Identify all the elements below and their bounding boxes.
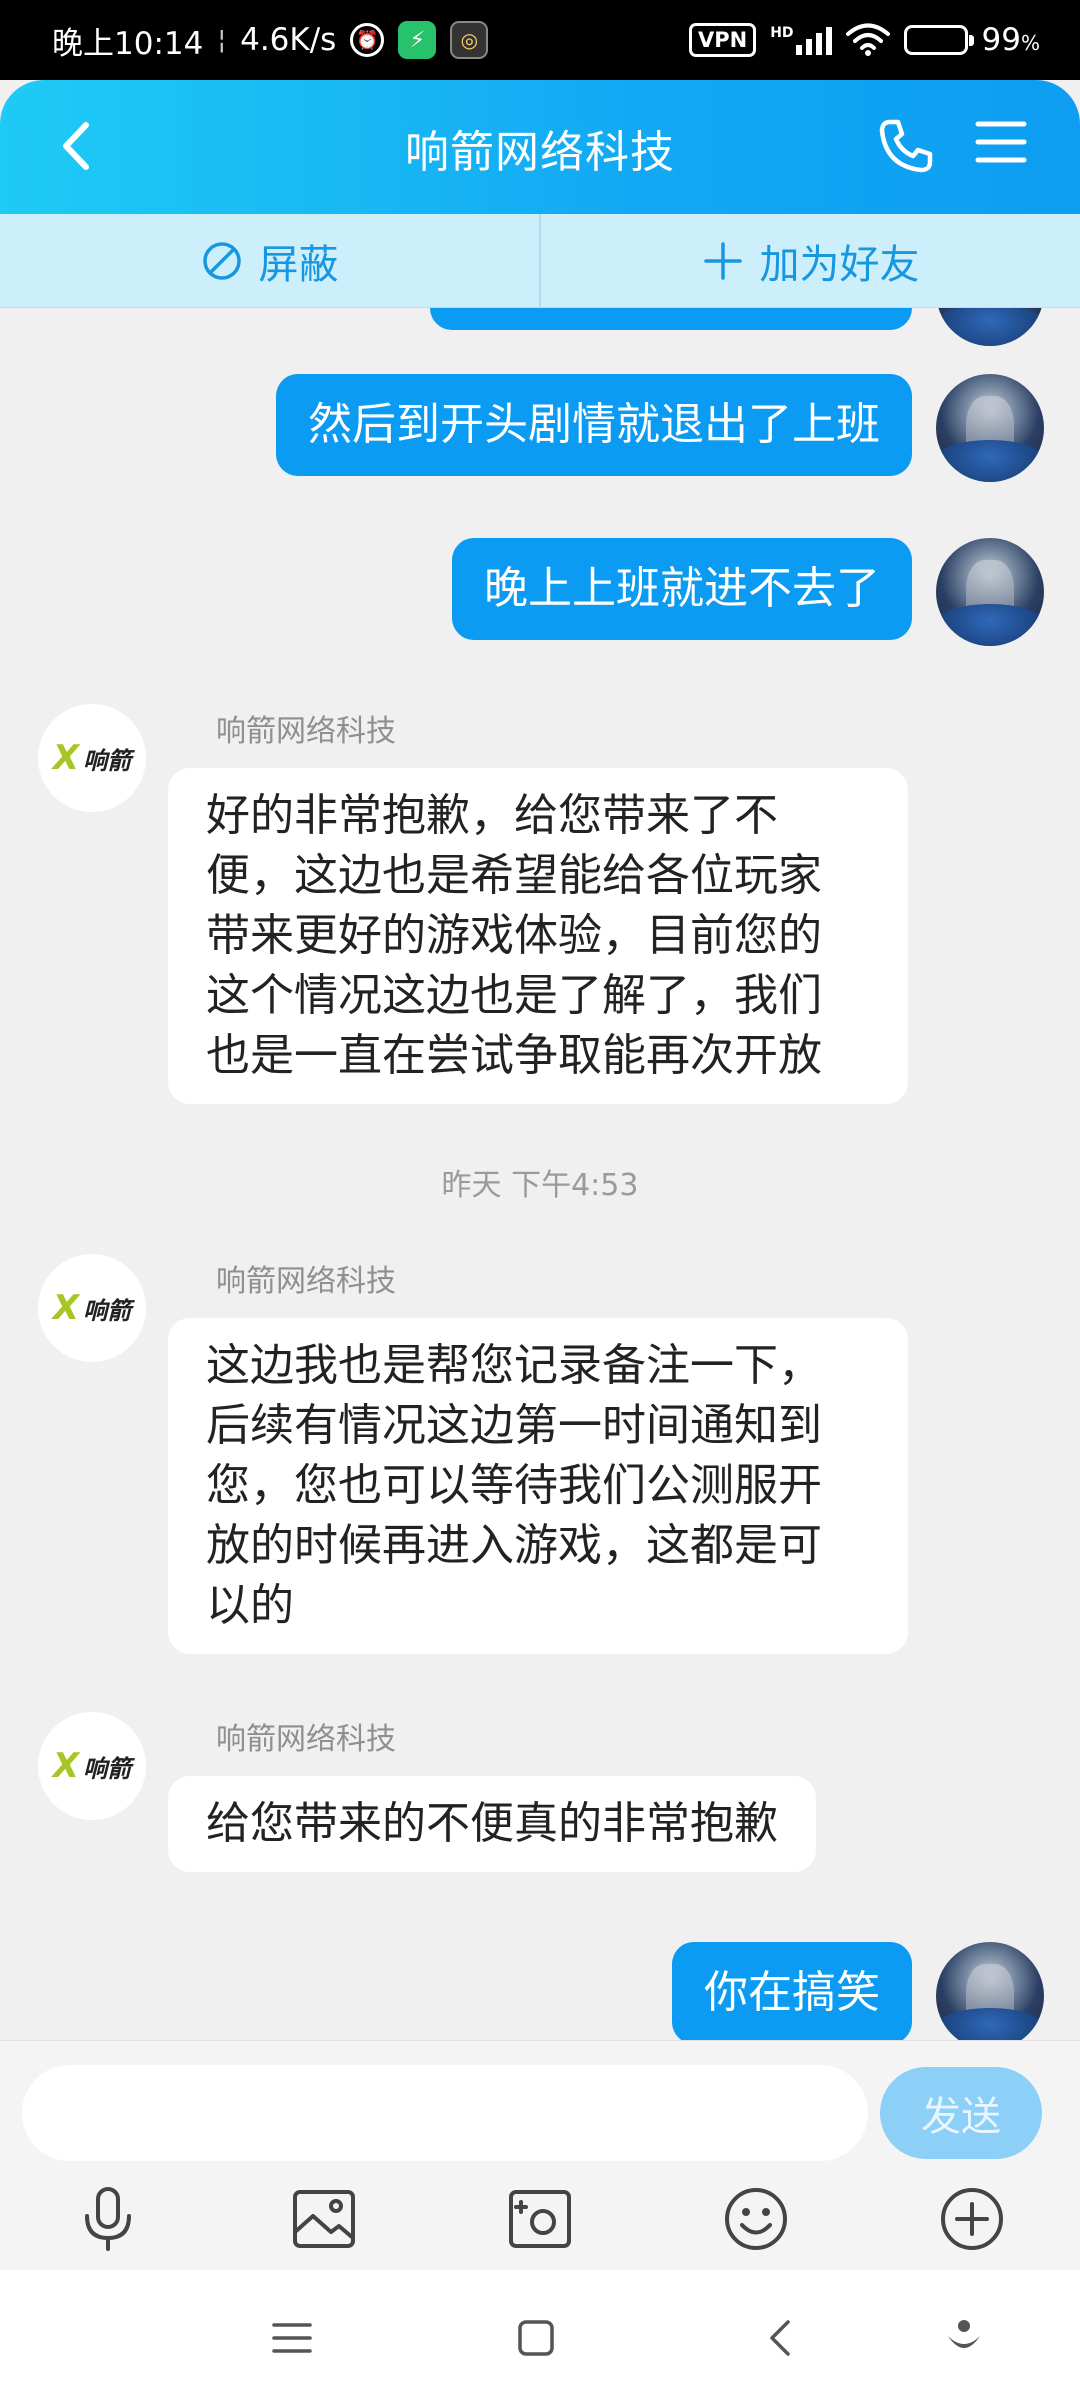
- camera-button[interactable]: [502, 2181, 578, 2257]
- sender-name: 响箭网络科技: [216, 714, 396, 749]
- status-time: 晚上10:14: [52, 25, 204, 62]
- menu-button[interactable]: [974, 118, 1030, 174]
- block-label: 屏蔽: [258, 241, 339, 288]
- smiley-icon: [725, 2188, 787, 2250]
- input-toolbar: [0, 2181, 1080, 2261]
- status-bar: 晚上10:14 ¦ 4.6K/s ⏰ ⚡ ◎ VPN HD 99%: [0, 0, 1080, 80]
- message-line: 也是一直在尝试争取能再次开放: [206, 1030, 822, 1081]
- contact-avatar[interactable]: X 响箭: [38, 1712, 146, 1820]
- menu-lines-icon: [272, 2323, 312, 2353]
- home-button[interactable]: [506, 2308, 566, 2368]
- recents-button[interactable]: [262, 2308, 322, 2368]
- status-bar-left: 晚上10:14 ¦ 4.6K/s ⏰ ⚡ ◎: [52, 18, 489, 63]
- vpn-badge: VPN: [688, 23, 757, 57]
- chat-header: 响箭网络科技: [0, 80, 1080, 214]
- signal-bars: [795, 25, 832, 55]
- message-line: 带来更好的游戏体验，目前您的: [206, 910, 822, 961]
- message-line: 后续有情况这边第一时间通知到: [206, 1400, 822, 1451]
- more-button[interactable]: [934, 2181, 1010, 2257]
- block-button[interactable]: 屏蔽: [0, 214, 539, 307]
- send-button[interactable]: 发送: [880, 2067, 1042, 2159]
- outgoing-message[interactable]: 然后到开头剧情就退出了上班: [276, 374, 912, 476]
- outgoing-message[interactable]: 你在搞笑: [672, 1942, 912, 2040]
- back-nav-button[interactable]: [750, 2308, 810, 2368]
- incoming-message[interactable]: 给您带来的不便真的非常抱歉: [168, 1776, 816, 1872]
- block-icon: [202, 241, 241, 280]
- incoming-message[interactable]: 好的非常抱歉，给您带来了不 便，这边也是希望能给各位玩家 带来更好的游戏体验，目…: [168, 768, 908, 1104]
- incoming-message[interactable]: 这边我也是帮您记录备注一下， 后续有情况这边第一时间通知到 您，您也可以等待我们…: [168, 1318, 908, 1654]
- wifi-icon: [845, 23, 890, 56]
- hamburger-icon: [975, 121, 1027, 163]
- message-line: 这个情况这边也是了解了，我们: [206, 970, 822, 1021]
- emoji-button[interactable]: [718, 2181, 794, 2257]
- add-friend-label: 加为好友: [759, 241, 920, 288]
- shield-icon: ⚡: [398, 21, 437, 59]
- message-list[interactable]: 然后到开头剧情就退出了上班 晚上上班就进不去了 X 响箭 响箭网络科技 好的非常…: [0, 308, 1080, 2040]
- stranger-action-bar: 屏蔽 加为好友: [0, 214, 1080, 308]
- message-line: 这边我也是帮您记录备注一下，: [206, 1340, 822, 1391]
- brand-text: 响箭: [83, 746, 132, 775]
- brand-text: 响箭: [83, 1754, 132, 1783]
- alarm-icon: ⏰: [350, 23, 385, 57]
- add-friend-button[interactable]: 加为好友: [539, 214, 1080, 307]
- app-notification-icon: ◎: [450, 21, 489, 59]
- microphone-icon: [85, 2187, 131, 2251]
- user-avatar[interactable]: [936, 538, 1044, 646]
- sender-name: 响箭网络科技: [216, 1722, 396, 1757]
- user-avatar[interactable]: [936, 308, 1044, 346]
- voice-button[interactable]: [70, 2181, 146, 2257]
- square-icon: [518, 2320, 554, 2356]
- brand-mark: X: [52, 1746, 80, 1786]
- system-navigation-bar: [0, 2270, 1080, 2400]
- status-separator: ¦: [217, 25, 227, 55]
- gallery-button[interactable]: [286, 2181, 362, 2257]
- user-avatar[interactable]: [936, 374, 1044, 482]
- camera-icon: [509, 2190, 571, 2248]
- call-button[interactable]: [876, 116, 936, 176]
- previous-message-bubble[interactable]: [430, 308, 912, 330]
- phone-icon: [879, 119, 933, 173]
- message-line: 您，您也可以等待我们公测服开: [206, 1460, 822, 1511]
- battery-icon: [903, 25, 974, 55]
- message-input[interactable]: [22, 2065, 868, 2161]
- hd-label: HD: [770, 25, 794, 41]
- brand-mark: X: [52, 738, 80, 778]
- brand-text: 响箭: [83, 1296, 132, 1325]
- plus-circle-icon: [941, 2188, 1003, 2250]
- brand-mark: X: [52, 1288, 80, 1328]
- input-bar: 发送: [0, 2040, 1080, 2270]
- triangle-back-icon: [770, 2320, 790, 2356]
- assistant-button[interactable]: [934, 2308, 994, 2368]
- message-line: 便，这边也是希望能给各位玩家: [206, 850, 822, 901]
- assistant-icon: [948, 2320, 980, 2348]
- image-icon: [293, 2190, 355, 2248]
- network-speed: 4.6K/s: [240, 22, 337, 58]
- status-bar-right: VPN HD 99%: [688, 22, 1040, 58]
- message-line: 以的: [206, 1580, 294, 1631]
- message-line: 放的时候再进入游戏，这都是可: [206, 1520, 822, 1571]
- sender-name: 响箭网络科技: [216, 1264, 396, 1299]
- message-line: 好的非常抱歉，给您带来了不: [206, 790, 778, 841]
- user-avatar[interactable]: [936, 1942, 1044, 2040]
- plus-icon: [703, 241, 742, 280]
- message-timestamp: 昨天 下午4:53: [441, 1168, 639, 1203]
- battery-percent: 99%: [981, 22, 1040, 58]
- contact-avatar[interactable]: X 响箭: [38, 1254, 146, 1362]
- signal-icon: HD: [770, 25, 832, 55]
- contact-avatar[interactable]: X 响箭: [38, 704, 146, 812]
- outgoing-message[interactable]: 晚上上班就进不去了: [452, 538, 912, 640]
